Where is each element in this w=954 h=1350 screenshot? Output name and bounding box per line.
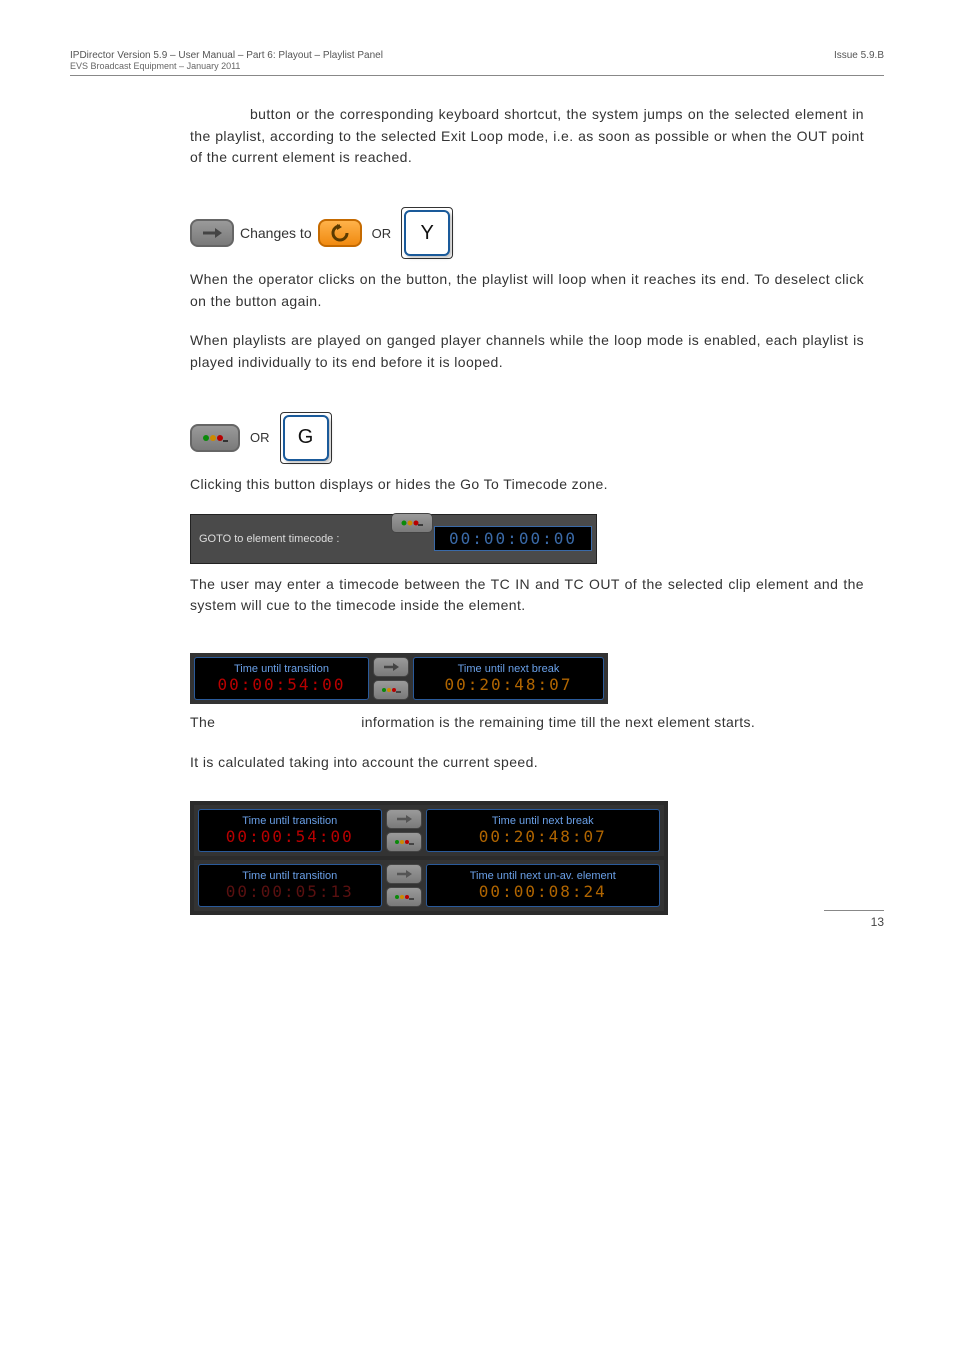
time-until-transition-value-2b: 00:00:05:13 bbox=[226, 882, 354, 901]
info-para-rest: information is the remaining time till t… bbox=[361, 714, 755, 730]
time-until-transition-cell-2a: Time until transition 00:00:54:00 bbox=[198, 809, 382, 852]
time-until-transition-value-2a: 00:00:54:00 bbox=[226, 827, 354, 846]
goto-paragraph-2: The user may enter a timecode between th… bbox=[190, 574, 864, 617]
time-until-next-unav-title: Time until next un-av. element bbox=[470, 870, 616, 882]
panel-goto-button-2a[interactable] bbox=[386, 832, 422, 852]
loop-arrow-button[interactable] bbox=[190, 219, 234, 247]
goto-toggle-button[interactable] bbox=[391, 513, 433, 533]
time-until-transition-cell-2b: Time until transition 00:00:05:13 bbox=[198, 864, 382, 907]
time-info-panel-1: Time until transition 00:00:54:00 Time u… bbox=[190, 653, 608, 704]
y-key-wrap: Y bbox=[401, 207, 453, 259]
panel-mid-buttons-2b bbox=[386, 864, 422, 907]
time-until-next-break-cell: Time until next break 00:20:48:07 bbox=[413, 657, 604, 700]
panel-arrow-button[interactable] bbox=[373, 657, 409, 677]
panel-arrow-button-2b[interactable] bbox=[386, 864, 422, 884]
g-key: G bbox=[283, 415, 329, 461]
header-divider bbox=[70, 75, 884, 76]
page-number: 13 bbox=[824, 910, 884, 929]
goto-button-row: OR G bbox=[190, 412, 864, 464]
intro-paragraph: button or the corresponding keyboard sho… bbox=[190, 104, 864, 169]
panel-mid-buttons bbox=[373, 657, 409, 700]
panel-arrow-button-2a[interactable] bbox=[386, 809, 422, 829]
arrow-right-icon bbox=[201, 227, 223, 239]
goto-dots-icon-small bbox=[380, 686, 402, 694]
goto-figure: GOTO to element timecode : 00:00:00:00 bbox=[190, 514, 597, 564]
time-until-transition-value: 00:00:54:00 bbox=[217, 675, 345, 694]
goto-label: GOTO to element timecode : bbox=[191, 533, 434, 545]
changes-to-label: Changes to bbox=[240, 225, 312, 241]
time-info-panel-group: Time until transition 00:00:54:00 Time u… bbox=[190, 801, 668, 915]
time-until-next-unav-value: 00:00:08:24 bbox=[479, 882, 607, 901]
loop-icon bbox=[329, 223, 351, 243]
info-paragraph: The information is the remaining time ti… bbox=[190, 712, 864, 734]
time-info-panel-2b: Time until transition 00:00:05:13 Time u… bbox=[194, 860, 664, 911]
goto-timecode-input[interactable]: 00:00:00:00 bbox=[434, 526, 592, 551]
panel-mid-buttons-2a bbox=[386, 809, 422, 852]
g-key-wrap: G bbox=[280, 412, 332, 464]
loop-paragraph-1: When the operator clicks on the button, … bbox=[190, 269, 864, 312]
y-key: Y bbox=[404, 210, 450, 256]
loop-button-row: Changes to OR Y bbox=[190, 207, 864, 259]
time-until-transition-title: Time until transition bbox=[234, 663, 329, 675]
arrow-right-icon bbox=[395, 869, 413, 879]
arrow-right-icon bbox=[382, 662, 400, 672]
time-until-next-break-title: Time until next break bbox=[458, 663, 560, 675]
goto-paragraph-1: Clicking this button displays or hides t… bbox=[190, 474, 864, 496]
goto-dots-icon-small bbox=[393, 893, 415, 901]
header-right: Issue 5.9.B bbox=[834, 50, 884, 71]
info-paragraph-2: It is calculated taking into account the… bbox=[190, 752, 864, 774]
time-until-next-break-title-2a: Time until next break bbox=[492, 815, 594, 827]
goto-dots-icon-small bbox=[400, 519, 424, 527]
header-left-line2: EVS Broadcast Equipment – January 2011 bbox=[70, 61, 383, 71]
or-label-2: OR bbox=[250, 430, 270, 445]
time-until-next-break-cell-2a: Time until next break 00:20:48:07 bbox=[426, 809, 660, 852]
info-para-prefix: The bbox=[190, 714, 215, 730]
arrow-right-icon bbox=[395, 814, 413, 824]
loop-active-button[interactable] bbox=[318, 219, 362, 247]
time-until-transition-title-2a: Time until transition bbox=[242, 815, 337, 827]
time-until-transition-cell: Time until transition 00:00:54:00 bbox=[194, 657, 369, 700]
time-until-next-break-value: 00:20:48:07 bbox=[444, 675, 572, 694]
time-until-next-unav-cell: Time until next un-av. element 00:00:08:… bbox=[426, 864, 660, 907]
panel-goto-button[interactable] bbox=[373, 680, 409, 700]
time-until-next-break-value-2a: 00:20:48:07 bbox=[479, 827, 607, 846]
goto-dots-icon bbox=[201, 433, 229, 443]
panel-goto-button-2b[interactable] bbox=[386, 887, 422, 907]
goto-dots-icon-small bbox=[393, 838, 415, 846]
time-info-panel-2a: Time until transition 00:00:54:00 Time u… bbox=[194, 805, 664, 856]
header-left-line1: IPDirector Version 5.9 – User Manual – P… bbox=[70, 50, 383, 61]
or-label-1: OR bbox=[372, 226, 392, 241]
time-until-transition-title-2b: Time until transition bbox=[242, 870, 337, 882]
loop-paragraph-2: When playlists are played on ganged play… bbox=[190, 330, 864, 373]
goto-button[interactable] bbox=[190, 424, 240, 452]
